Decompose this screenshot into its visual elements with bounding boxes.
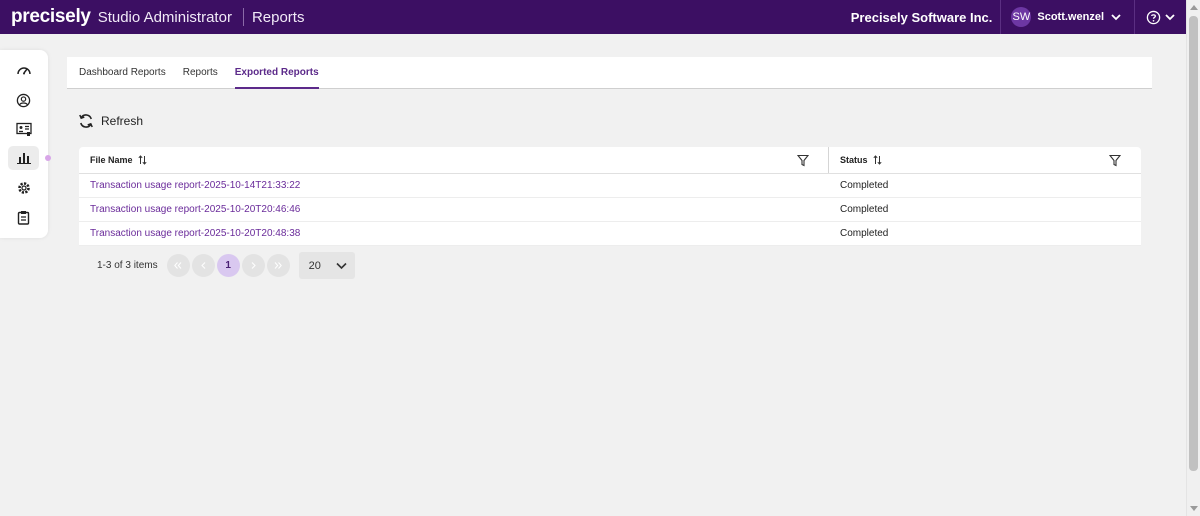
table-row: Transaction usage report-2025-10-20T20:4… — [79, 222, 1141, 246]
nav-item-licenses[interactable] — [8, 117, 39, 141]
page-title: Reports — [251, 8, 305, 26]
help-icon — [1146, 10, 1161, 24]
tab-dashboard-reports[interactable]: Dashboard Reports — [79, 57, 166, 89]
nav-item-dashboard[interactable] — [8, 58, 39, 82]
table-row: Transaction usage report-2025-10-14T21:3… — [79, 174, 1141, 198]
scroll-down-arrow-icon[interactable] — [1190, 506, 1198, 511]
table-header: File Name Status — [79, 147, 1141, 174]
sort-icon[interactable] — [137, 155, 147, 165]
file-name-link[interactable]: Transaction usage report-2025-10-20T20:4… — [79, 228, 829, 239]
chevron-down-icon — [1111, 14, 1121, 21]
gauge-icon — [16, 67, 31, 75]
nav-item-documents[interactable] — [8, 205, 39, 229]
next-page-button[interactable] — [241, 254, 265, 277]
previous-page-button[interactable] — [191, 254, 215, 277]
clipboard-icon — [17, 210, 30, 225]
nav-item-reports[interactable] — [8, 146, 39, 170]
double-chevron-left-icon — [174, 262, 182, 269]
table-row: Transaction usage report-2025-10-20T20:4… — [79, 198, 1141, 222]
report-tabs: Dashboard Reports Reports Exported Repor… — [67, 57, 1152, 89]
chevron-down-icon — [336, 262, 347, 269]
title-divider — [242, 8, 244, 26]
page-number-button[interactable]: 1 — [216, 254, 240, 277]
filter-icon[interactable] — [797, 154, 809, 167]
pager-info: 1-3 of 3 items — [97, 260, 158, 271]
organization-name: Precisely Software Inc. — [850, 9, 993, 25]
filter-icon[interactable] — [1109, 154, 1121, 167]
page-size-select[interactable]: 20 — [298, 252, 355, 279]
scrollbar-thumb[interactable] — [1189, 16, 1198, 471]
chevron-left-icon — [200, 262, 205, 269]
status-cell: Completed — [840, 228, 889, 239]
tab-exported-reports[interactable]: Exported Reports — [234, 57, 319, 89]
column-label: File Name — [90, 155, 133, 165]
column-label: Status — [840, 155, 868, 165]
active-indicator-dot — [45, 155, 51, 161]
scroll-up-arrow-icon[interactable] — [1190, 5, 1198, 10]
help-menu[interactable] — [1135, 0, 1186, 34]
file-name-link[interactable]: Transaction usage report-2025-10-14T21:3… — [79, 180, 829, 191]
column-header-file-name[interactable]: File Name — [79, 147, 829, 173]
exported-reports-table: File Name Status Transaction usage repor… — [79, 147, 1141, 246]
bar-chart-icon — [16, 153, 31, 164]
status-cell: Completed — [840, 180, 889, 191]
top-header: precisely Studio Administrator Reports P… — [0, 0, 1186, 34]
file-name-link[interactable]: Transaction usage report-2025-10-20T20:4… — [79, 204, 829, 215]
chevron-down-icon — [1165, 14, 1175, 21]
side-nav — [0, 50, 48, 238]
avatar: SW — [1011, 7, 1032, 27]
app-title: Studio Administrator — [97, 8, 232, 26]
id-card-icon — [15, 122, 32, 136]
refresh-button[interactable]: Refresh — [78, 113, 143, 129]
double-chevron-right-icon — [274, 262, 282, 269]
page-size-value: 20 — [308, 259, 321, 272]
precisely-logo[interactable]: precisely — [11, 6, 91, 28]
chevron-right-icon — [251, 262, 256, 269]
first-page-button[interactable] — [166, 254, 190, 277]
status-cell: Completed — [840, 204, 889, 215]
vertical-scrollbar[interactable] — [1186, 0, 1200, 516]
nav-item-users[interactable] — [8, 88, 39, 112]
refresh-icon — [79, 114, 93, 128]
settings-cog-icon — [17, 182, 30, 194]
sort-icon[interactable] — [872, 155, 882, 165]
user-name: Scott.wenzel — [1037, 11, 1104, 23]
refresh-label: Refresh — [101, 114, 144, 128]
pagination: 1-3 of 3 items 1 20 — [97, 252, 355, 279]
user-menu[interactable]: SW Scott.wenzel — [1001, 0, 1134, 34]
nav-item-settings[interactable] — [8, 176, 39, 200]
column-header-status[interactable]: Status — [829, 147, 1141, 173]
user-circle-icon — [16, 93, 31, 107]
last-page-button[interactable] — [266, 254, 290, 277]
tab-reports[interactable]: Reports — [183, 57, 218, 89]
